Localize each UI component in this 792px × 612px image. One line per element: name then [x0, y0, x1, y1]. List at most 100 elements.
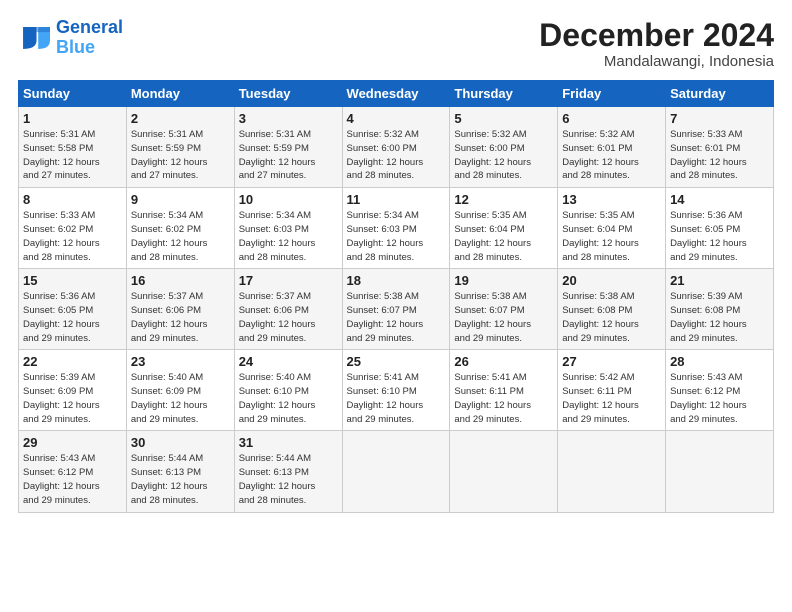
day-number: 24: [239, 354, 338, 369]
title-block: December 2024 Mandalawangi, Indonesia: [539, 18, 774, 70]
day-cell: 2Sunrise: 5:31 AMSunset: 5:59 PMDaylight…: [126, 107, 234, 188]
day-cell: [450, 431, 558, 512]
week-row-5: 29 Sunrise: 5:43 AMSunset: 6:12 PMDayligh…: [19, 431, 774, 512]
day-number: 14: [670, 192, 769, 207]
day-info: Sunrise: 5:31 AMSunset: 5:59 PMDaylight:…: [239, 128, 338, 183]
day-number: 17: [239, 273, 338, 288]
day-number: 5: [454, 111, 553, 126]
day-number: 31: [239, 435, 338, 450]
day-cell: 6Sunrise: 5:32 AMSunset: 6:01 PMDaylight…: [558, 107, 666, 188]
day-cell: 28 Sunrise: 5:43 AMSunset: 6:12 PMDayligh…: [666, 350, 774, 431]
day-info: Sunrise: 5:37 AMSunset: 6:06 PMDaylight:…: [239, 290, 338, 345]
day-number: 26: [454, 354, 553, 369]
day-number: 7: [670, 111, 769, 126]
day-cell: 11Sunrise: 5:34 AMSunset: 6:03 PMDayligh…: [342, 188, 450, 269]
location: Mandalawangi, Indonesia: [539, 53, 774, 70]
logo-icon: [18, 22, 50, 54]
week-row-3: 15 Sunrise: 5:36 AMSunset: 6:05 PMDayligh…: [19, 269, 774, 350]
day-cell: 15 Sunrise: 5:36 AMSunset: 6:05 PMDayligh…: [19, 269, 127, 350]
day-number: 27: [562, 354, 661, 369]
day-cell: 5 Sunrise: 5:32 AMSunset: 6:00 PMDaylight…: [450, 107, 558, 188]
day-info: Sunrise: 5:38 AMSunset: 6:07 PMDaylight:…: [454, 290, 553, 345]
header: General Blue December 2024 Mandalawangi,…: [18, 18, 774, 70]
day-info: Sunrise: 5:38 AMSunset: 6:08 PMDaylight:…: [562, 290, 661, 345]
day-number: 16: [131, 273, 230, 288]
logo-line1: General: [56, 17, 123, 37]
week-row-4: 22Sunrise: 5:39 AMSunset: 6:09 PMDayligh…: [19, 350, 774, 431]
day-header-tuesday: Tuesday: [234, 81, 342, 107]
day-info: Sunrise: 5:35 AMSunset: 6:04 PMDaylight:…: [562, 209, 661, 264]
day-info: Sunrise: 5:31 AMSunset: 5:59 PMDaylight:…: [131, 128, 230, 183]
day-header-monday: Monday: [126, 81, 234, 107]
day-cell: 26 Sunrise: 5:41 AMSunset: 6:11 PMDayligh…: [450, 350, 558, 431]
day-cell: 31 Sunrise: 5:44 AMSunset: 6:13 PMDayligh…: [234, 431, 342, 512]
day-cell: 29 Sunrise: 5:43 AMSunset: 6:12 PMDayligh…: [19, 431, 127, 512]
day-info: Sunrise: 5:31 AMSunset: 5:58 PMDaylight:…: [23, 128, 122, 183]
day-cell: 13Sunrise: 5:35 AMSunset: 6:04 PMDayligh…: [558, 188, 666, 269]
day-info: Sunrise: 5:32 AMSunset: 6:01 PMDaylight:…: [562, 128, 661, 183]
day-cell: 4 Sunrise: 5:32 AMSunset: 6:00 PMDaylight…: [342, 107, 450, 188]
day-cell: 1 Sunrise: 5:31 AMSunset: 5:58 PMDaylight…: [19, 107, 127, 188]
day-number: 29: [23, 435, 122, 450]
day-info: Sunrise: 5:44 AMSunset: 6:13 PMDaylight:…: [131, 452, 230, 507]
day-info: Sunrise: 5:35 AMSunset: 6:04 PMDaylight:…: [454, 209, 553, 264]
day-number: 21: [670, 273, 769, 288]
day-info: Sunrise: 5:34 AMSunset: 6:02 PMDaylight:…: [131, 209, 230, 264]
day-info: Sunrise: 5:39 AMSunset: 6:08 PMDaylight:…: [670, 290, 769, 345]
day-info: Sunrise: 5:41 AMSunset: 6:11 PMDaylight:…: [454, 371, 553, 426]
logo-line2: Blue: [56, 37, 95, 57]
day-info: Sunrise: 5:40 AMSunset: 6:09 PMDaylight:…: [131, 371, 230, 426]
day-number: 30: [131, 435, 230, 450]
day-cell: 21 Sunrise: 5:39 AMSunset: 6:08 PMDayligh…: [666, 269, 774, 350]
day-number: 9: [131, 192, 230, 207]
day-info: Sunrise: 5:33 AMSunset: 6:01 PMDaylight:…: [670, 128, 769, 183]
day-number: 3: [239, 111, 338, 126]
day-cell: 19Sunrise: 5:38 AMSunset: 6:07 PMDayligh…: [450, 269, 558, 350]
day-number: 28: [670, 354, 769, 369]
week-row-1: 1 Sunrise: 5:31 AMSunset: 5:58 PMDaylight…: [19, 107, 774, 188]
day-info: Sunrise: 5:42 AMSunset: 6:11 PMDaylight:…: [562, 371, 661, 426]
day-number: 10: [239, 192, 338, 207]
day-number: 1: [23, 111, 122, 126]
day-cell: 23 Sunrise: 5:40 AMSunset: 6:09 PMDayligh…: [126, 350, 234, 431]
day-info: Sunrise: 5:43 AMSunset: 6:12 PMDaylight:…: [670, 371, 769, 426]
day-cell: 14 Sunrise: 5:36 AMSunset: 6:05 PMDayligh…: [666, 188, 774, 269]
day-info: Sunrise: 5:32 AMSunset: 6:00 PMDaylight:…: [454, 128, 553, 183]
day-header-saturday: Saturday: [666, 81, 774, 107]
logo: General Blue: [18, 18, 123, 58]
day-cell: [342, 431, 450, 512]
day-info: Sunrise: 5:43 AMSunset: 6:12 PMDaylight:…: [23, 452, 122, 507]
logo-text: General Blue: [56, 18, 123, 58]
day-info: Sunrise: 5:36 AMSunset: 6:05 PMDaylight:…: [670, 209, 769, 264]
day-number: 18: [347, 273, 446, 288]
day-cell: 16Sunrise: 5:37 AMSunset: 6:06 PMDayligh…: [126, 269, 234, 350]
day-number: 4: [347, 111, 446, 126]
day-cell: 27 Sunrise: 5:42 AMSunset: 6:11 PMDayligh…: [558, 350, 666, 431]
month-title: December 2024: [539, 18, 774, 53]
day-info: Sunrise: 5:38 AMSunset: 6:07 PMDaylight:…: [347, 290, 446, 345]
day-number: 23: [131, 354, 230, 369]
day-info: Sunrise: 5:44 AMSunset: 6:13 PMDaylight:…: [239, 452, 338, 507]
day-number: 15: [23, 273, 122, 288]
day-info: Sunrise: 5:34 AMSunset: 6:03 PMDaylight:…: [239, 209, 338, 264]
day-number: 12: [454, 192, 553, 207]
day-info: Sunrise: 5:33 AMSunset: 6:02 PMDaylight:…: [23, 209, 122, 264]
day-cell: 12 Sunrise: 5:35 AMSunset: 6:04 PMDayligh…: [450, 188, 558, 269]
day-info: Sunrise: 5:34 AMSunset: 6:03 PMDaylight:…: [347, 209, 446, 264]
day-cell: 22Sunrise: 5:39 AMSunset: 6:09 PMDayligh…: [19, 350, 127, 431]
day-cell: 25Sunrise: 5:41 AMSunset: 6:10 PMDayligh…: [342, 350, 450, 431]
day-cell: [558, 431, 666, 512]
day-cell: 24Sunrise: 5:40 AMSunset: 6:10 PMDayligh…: [234, 350, 342, 431]
day-info: Sunrise: 5:39 AMSunset: 6:09 PMDaylight:…: [23, 371, 122, 426]
day-info: Sunrise: 5:32 AMSunset: 6:00 PMDaylight:…: [347, 128, 446, 183]
day-cell: 18 Sunrise: 5:38 AMSunset: 6:07 PMDayligh…: [342, 269, 450, 350]
day-info: Sunrise: 5:36 AMSunset: 6:05 PMDaylight:…: [23, 290, 122, 345]
day-cell: 17 Sunrise: 5:37 AMSunset: 6:06 PMDayligh…: [234, 269, 342, 350]
day-header-thursday: Thursday: [450, 81, 558, 107]
day-number: 20: [562, 273, 661, 288]
day-number: 8: [23, 192, 122, 207]
day-header-sunday: Sunday: [19, 81, 127, 107]
day-cell: 9 Sunrise: 5:34 AMSunset: 6:02 PMDaylight…: [126, 188, 234, 269]
day-cell: [666, 431, 774, 512]
day-number: 25: [347, 354, 446, 369]
